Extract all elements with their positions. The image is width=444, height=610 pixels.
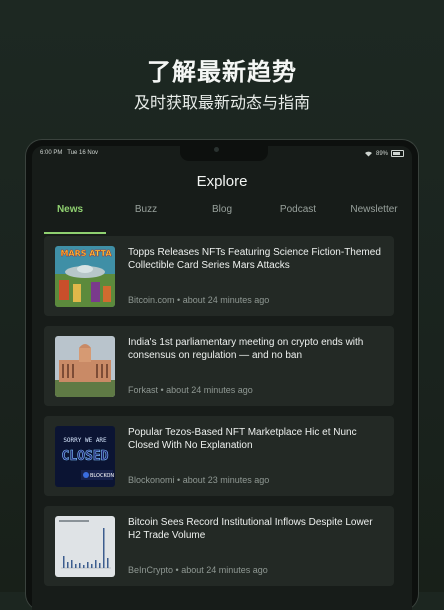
hero-title: 了解最新趋势 bbox=[147, 58, 297, 86]
tab-podcast[interactable]: Podcast bbox=[260, 202, 336, 230]
status-time: 6:00 PM bbox=[40, 150, 63, 156]
news-card[interactable]: India's 1st parliamentary meeting on cry… bbox=[44, 326, 394, 406]
tab-news[interactable]: News bbox=[32, 202, 108, 230]
wifi-icon bbox=[364, 151, 372, 157]
article-title[interactable]: Popular Tezos-Based NFT Marketplace Hic … bbox=[128, 426, 384, 452]
news-card[interactable]: MARS ATTA Topps Releases NFTs Featuring … bbox=[44, 236, 394, 316]
article-source: Bitcoin.com bbox=[128, 295, 175, 305]
page-title: Explore bbox=[196, 173, 248, 190]
thumb-caption-big: CLOSED bbox=[62, 449, 109, 464]
article-thumbnail bbox=[55, 336, 115, 397]
article-time: about 24 minutes ago bbox=[166, 385, 253, 395]
tab-bar: News Buzz Blog Podcast Newsletter bbox=[32, 202, 412, 230]
article-meta: Bitcoin.com • about 24 minutes ago bbox=[128, 295, 270, 305]
article-thumbnail bbox=[55, 516, 115, 577]
camera-notch bbox=[180, 146, 268, 161]
article-time: about 23 minutes ago bbox=[182, 475, 270, 485]
tablet-frame: 6:00 PM Tue 16 Nov 89% Explore News Buzz… bbox=[26, 140, 418, 610]
battery-percent: 89% bbox=[375, 150, 388, 157]
article-time: about 24 minutes ago bbox=[181, 565, 268, 575]
app-screen: 6:00 PM Tue 16 Nov 89% Explore News Buzz… bbox=[32, 146, 412, 610]
news-card[interactable]: SORRY WE ARE CLOSED BLOCKON Popular Tezo… bbox=[44, 416, 394, 496]
article-time: about 24 minutes ago bbox=[182, 295, 270, 305]
tab-buzz[interactable]: Buzz bbox=[108, 202, 184, 230]
article-source: Forkast bbox=[128, 385, 159, 395]
article-meta: BeInCrypto • about 24 minutes ago bbox=[128, 565, 268, 575]
status-bar-left: 6:00 PM Tue 16 Nov bbox=[40, 150, 98, 156]
article-title[interactable]: India's 1st parliamentary meeting on cry… bbox=[128, 336, 384, 362]
article-source: BeInCrypto bbox=[128, 565, 174, 575]
thumb-caption-top: SORRY WE ARE bbox=[63, 437, 107, 444]
article-title[interactable]: Topps Releases NFTs Featuring Science Fi… bbox=[128, 246, 384, 272]
article-meta: Forkast • about 24 minutes ago bbox=[128, 385, 253, 395]
battery-icon bbox=[391, 150, 404, 157]
status-date: Tue 16 Nov bbox=[67, 150, 99, 156]
article-thumbnail: MARS ATTA bbox=[55, 246, 115, 307]
active-tab-indicator bbox=[44, 232, 106, 234]
tab-blog[interactable]: Blog bbox=[184, 202, 260, 230]
article-meta: Blockonomi • about 23 minutes ago bbox=[128, 475, 270, 485]
thumb-caption: MARS ATTA bbox=[60, 249, 112, 258]
hero-subtitle: 及时获取最新动态与指南 bbox=[133, 93, 310, 112]
article-thumbnail: SORRY WE ARE CLOSED BLOCKON bbox=[55, 426, 115, 487]
thumb-brand: BLOCKON bbox=[90, 473, 114, 479]
front-camera bbox=[214, 147, 219, 152]
article-source: Blockonomi bbox=[128, 475, 175, 485]
news-card[interactable]: Bitcoin Sees Record Institutional Inflow… bbox=[44, 506, 394, 586]
status-bar-right: 89% bbox=[364, 150, 404, 157]
article-title[interactable]: Bitcoin Sees Record Institutional Inflow… bbox=[128, 516, 384, 542]
tab-newsletter[interactable]: Newsletter bbox=[336, 202, 412, 230]
